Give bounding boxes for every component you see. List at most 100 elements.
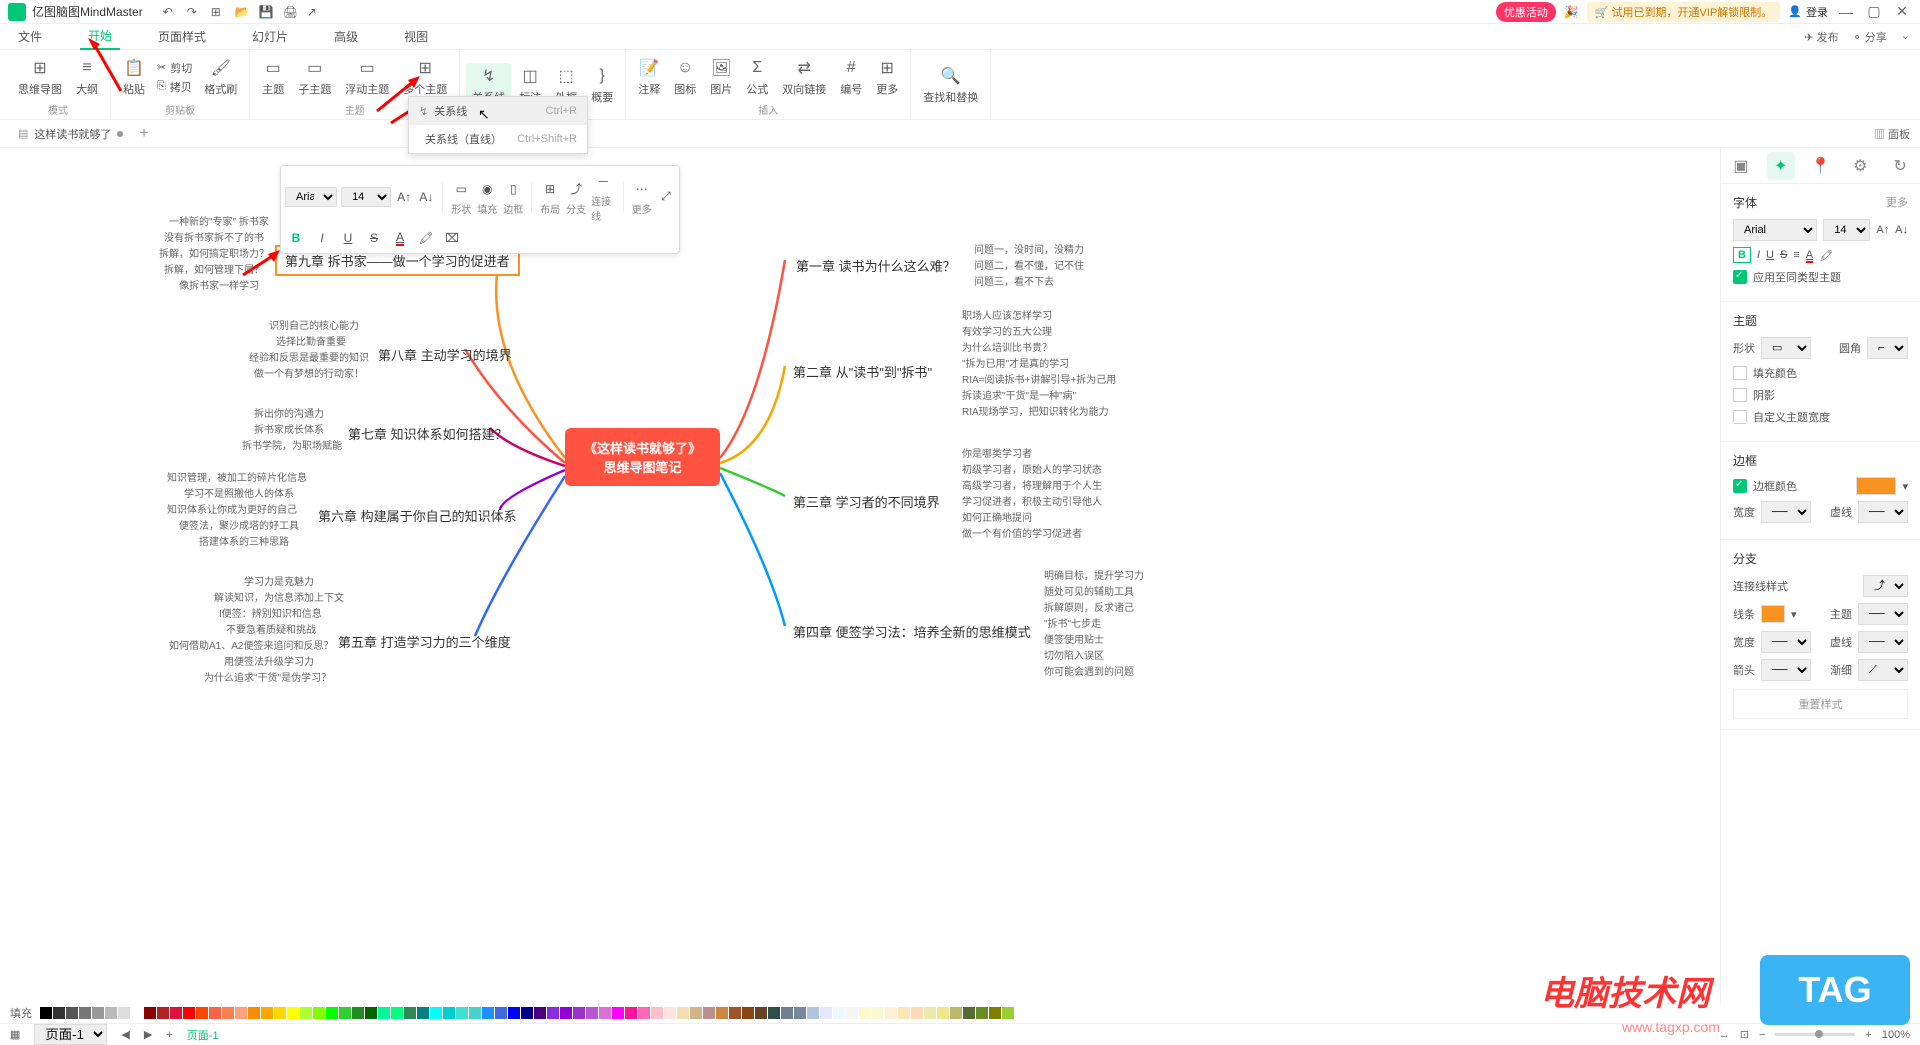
palette-swatch[interactable]: [898, 1007, 910, 1019]
align-icon[interactable]: ≡: [1793, 249, 1799, 261]
leaf[interactable]: 初级学习者，原始人的学习状态: [958, 460, 1106, 477]
close-icon[interactable]: ✕: [1892, 3, 1912, 20]
find-replace-button[interactable]: 🔍查找和替换: [917, 63, 984, 107]
branch-ch7[interactable]: 第七章 知识体系如何搭建？: [340, 420, 516, 447]
font-shrink-icon[interactable]: A↓: [417, 186, 435, 208]
palette-swatch[interactable]: [352, 1007, 364, 1019]
more-button[interactable]: ⊞更多: [870, 55, 904, 99]
promo-badge[interactable]: 优惠活动: [1496, 2, 1556, 22]
branch-icon[interactable]: ⤴: [565, 178, 587, 200]
doc-tab-active[interactable]: ▤ 这样读书就够了: [10, 123, 131, 145]
leaf[interactable]: RIA现场学习，把知识转化为能力: [958, 402, 1113, 419]
zoom-in-icon[interactable]: +: [1865, 1029, 1871, 1041]
palette-swatch[interactable]: [859, 1007, 871, 1019]
export-icon[interactable]: ↗: [307, 5, 321, 19]
leaf[interactable]: 问题一，没时间，没精力: [970, 240, 1088, 257]
font-size-select[interactable]: 14: [341, 187, 391, 207]
palette-swatch[interactable]: [547, 1007, 559, 1019]
palette-swatch[interactable]: [820, 1007, 832, 1019]
conn-style-select[interactable]: ⤴: [1863, 575, 1908, 597]
leaf[interactable]: 解读知识，为信息添加上下文: [210, 588, 348, 605]
tab-view[interactable]: 视图: [396, 24, 436, 49]
layout-icon[interactable]: ⊞: [539, 178, 561, 200]
branch-ch1[interactable]: 第一章 读书为什么这么难？: [788, 252, 964, 279]
next-page-icon[interactable]: ▶: [144, 1028, 152, 1041]
leaf[interactable]: 知识管理，被加工的碎片化信息: [163, 468, 311, 485]
font-shrink-icon[interactable]: A↓: [1895, 224, 1908, 236]
palette-swatch[interactable]: [79, 1007, 91, 1019]
palette-swatch[interactable]: [105, 1007, 117, 1019]
leaf[interactable]: 为什么培训比书贵？: [958, 338, 1056, 355]
format-painter-button[interactable]: 🖌格式刷: [198, 55, 243, 99]
palette-swatch[interactable]: [40, 1007, 52, 1019]
leaf[interactable]: RIA=阅读拆书+讲解引导+拆为己用: [958, 370, 1120, 387]
prev-page-icon[interactable]: ◀: [121, 1028, 129, 1041]
rp-tab-style-icon[interactable]: ✦: [1767, 152, 1795, 180]
formula-button[interactable]: Σ公式: [740, 55, 774, 99]
palette-swatch[interactable]: [53, 1007, 65, 1019]
leaf[interactable]: 拆解原则，反求诸己: [1040, 598, 1138, 615]
minimize-icon[interactable]: —: [1836, 4, 1856, 20]
palette-swatch[interactable]: [261, 1007, 273, 1019]
border-width-select[interactable]: ──: [1761, 501, 1811, 523]
leaf[interactable]: 如何借助A1、A2便签来追问和反思？: [165, 636, 337, 653]
arrow-select[interactable]: ──: [1761, 659, 1811, 681]
icon-button[interactable]: ☺图标: [668, 55, 702, 99]
palette-swatch[interactable]: [690, 1007, 702, 1019]
open-icon[interactable]: 📂: [235, 5, 249, 19]
branch-ch5[interactable]: 第五章 打造学习力的三个维度: [330, 628, 519, 655]
add-tab-button[interactable]: +: [139, 125, 148, 143]
branch-dash-select[interactable]: ──: [1858, 631, 1908, 653]
palette-swatch[interactable]: [469, 1007, 481, 1019]
palette-swatch[interactable]: [209, 1007, 221, 1019]
palette-swatch[interactable]: [664, 1007, 676, 1019]
leaf[interactable]: 识别自己的核心能力: [265, 316, 363, 333]
palette-swatch[interactable]: [66, 1007, 78, 1019]
italic-icon[interactable]: I: [311, 227, 333, 249]
leaf[interactable]: "拆为已用"才是真的学习: [958, 354, 1073, 371]
highlight-icon[interactable]: 🖍: [415, 227, 437, 249]
shadow-checkbox[interactable]: 阴影: [1733, 387, 1908, 403]
fill-icon[interactable]: ◉: [476, 178, 498, 200]
leaf[interactable]: "拆书"七步走: [1040, 614, 1105, 631]
italic-icon[interactable]: I: [1757, 249, 1760, 261]
dropdown-item-relationship[interactable]: ↯ 关系线 Ctrl+R: [409, 97, 587, 125]
palette-swatch[interactable]: [508, 1007, 520, 1019]
leaf[interactable]: 职场人应该怎样学习: [958, 306, 1056, 323]
rp-font-family[interactable]: Arial: [1733, 219, 1817, 241]
panel-toggle[interactable]: ▥ 面板: [1874, 126, 1910, 142]
dropdown-item-relationship-straight[interactable]: 关系线（直线） Ctrl+Shift+R: [409, 125, 587, 153]
palette-swatch[interactable]: [313, 1007, 325, 1019]
palette-swatch[interactable]: [612, 1007, 624, 1019]
palette-swatch[interactable]: [989, 1007, 1001, 1019]
fit-width-icon[interactable]: ↔: [1719, 1029, 1730, 1041]
border-color-checkbox[interactable]: [1733, 479, 1747, 493]
leaf[interactable]: 拆读追求"干货"是一种"病": [958, 386, 1080, 403]
palette-swatch[interactable]: [976, 1007, 988, 1019]
vip-notice[interactable]: 🛒 试用已到期，开通VIP解锁限制。: [1587, 2, 1781, 22]
palette-swatch[interactable]: [781, 1007, 793, 1019]
publish-button[interactable]: ✈ 发布: [1804, 29, 1838, 45]
palette-swatch[interactable]: [846, 1007, 858, 1019]
border-color-swatch[interactable]: [1856, 477, 1896, 495]
palette-swatch[interactable]: [534, 1007, 546, 1019]
branch-ch3[interactable]: 第三章 学习者的不同境界: [785, 488, 948, 515]
palette-swatch[interactable]: [365, 1007, 377, 1019]
palette-swatch[interactable]: [703, 1007, 715, 1019]
palette-swatch[interactable]: [755, 1007, 767, 1019]
leaf[interactable]: 为什么追求"干货"是伪学习？: [200, 668, 335, 685]
palette-swatch[interactable]: [417, 1007, 429, 1019]
apply-same-checkbox[interactable]: 应用至同类型主题: [1733, 269, 1908, 285]
palette-swatch[interactable]: [586, 1007, 598, 1019]
zoom-out-icon[interactable]: −: [1759, 1029, 1765, 1041]
palette-swatch[interactable]: [807, 1007, 819, 1019]
bilink-button[interactable]: ⇄双向链接: [776, 55, 832, 99]
palette-swatch[interactable]: [222, 1007, 234, 1019]
palette-swatch[interactable]: [287, 1007, 299, 1019]
palette-swatch[interactable]: [729, 1007, 741, 1019]
palette-swatch[interactable]: [482, 1007, 494, 1019]
leaf[interactable]: 做一个有梦想的行动家！: [250, 364, 368, 381]
palette-swatch[interactable]: [651, 1007, 663, 1019]
palette-swatch[interactable]: [144, 1007, 156, 1019]
palette-swatch[interactable]: [430, 1007, 442, 1019]
